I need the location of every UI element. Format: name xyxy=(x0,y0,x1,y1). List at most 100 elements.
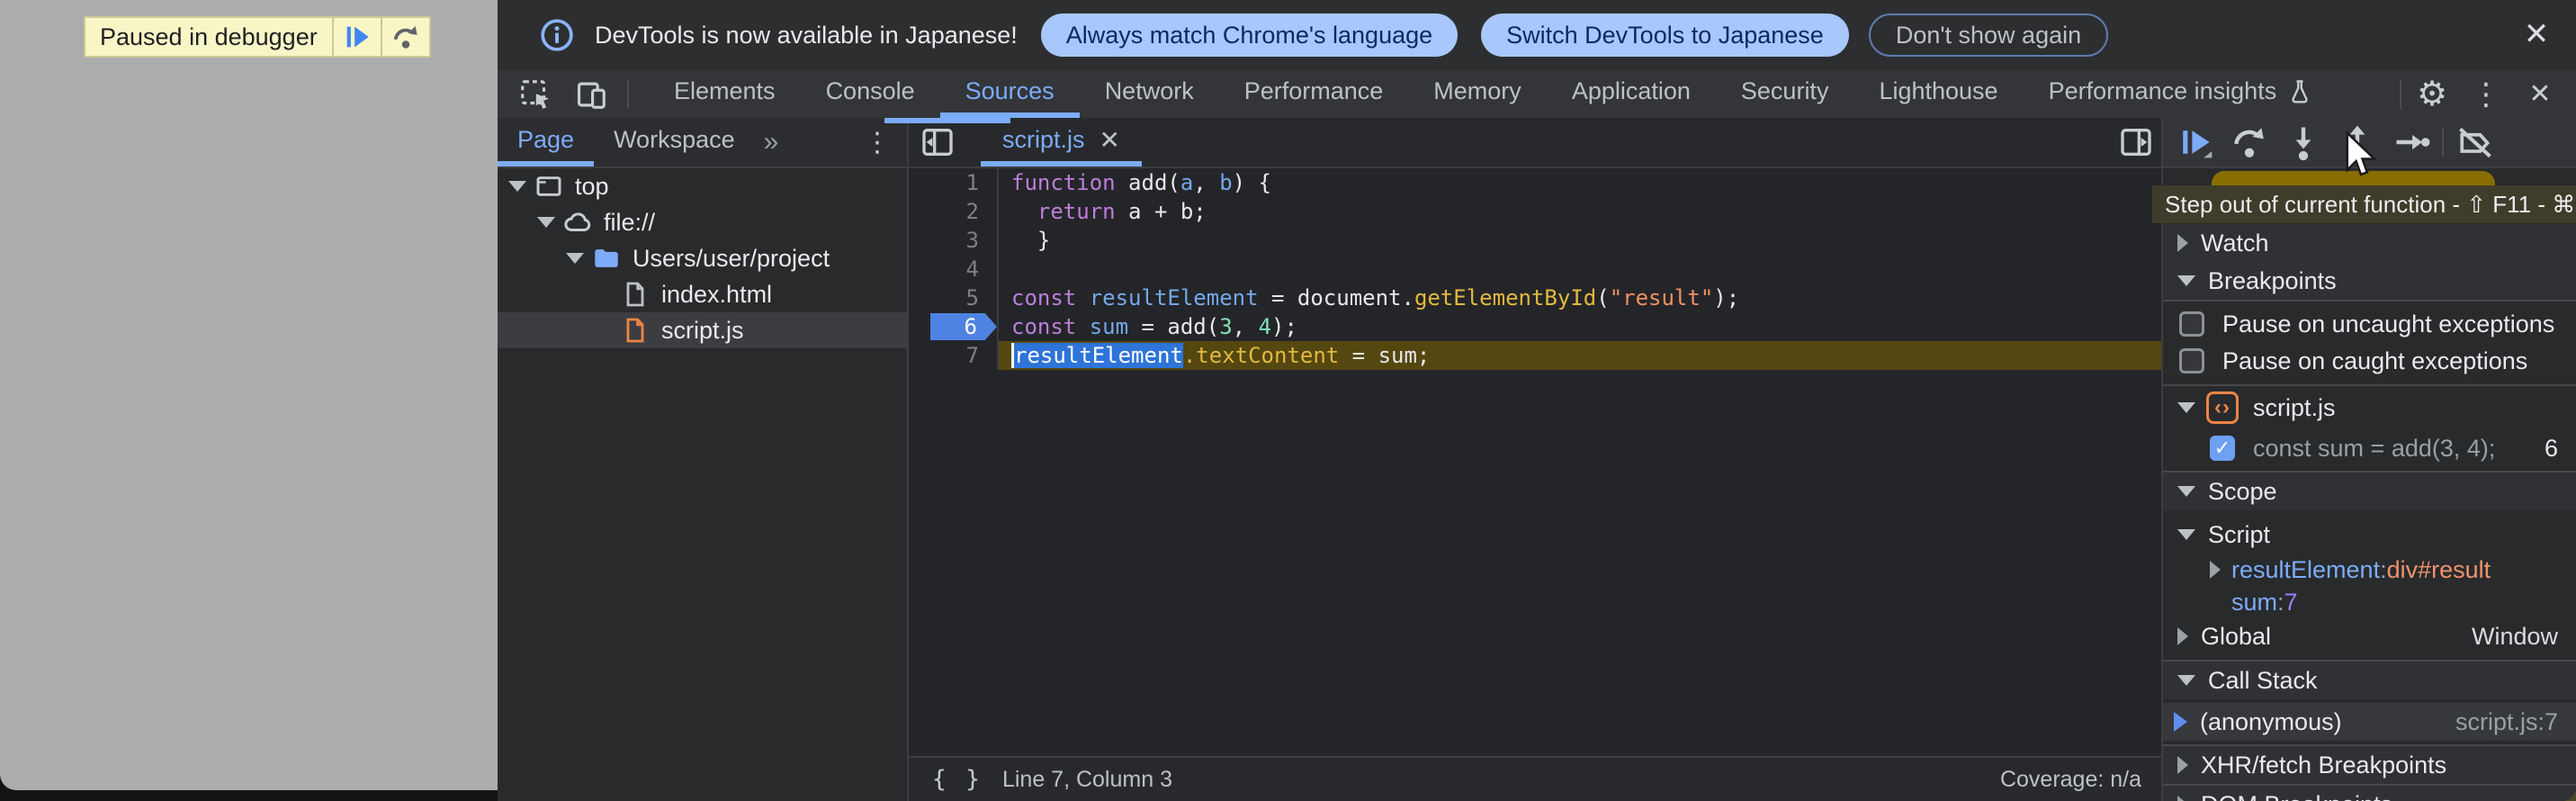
step-over-icon[interactable] xyxy=(2226,121,2273,164)
code-token: = sum; xyxy=(1339,343,1430,368)
tabbar-right-divider xyxy=(2400,80,2401,109)
tab-workspace[interactable]: Workspace xyxy=(594,118,755,166)
section-watch[interactable]: Watch xyxy=(2163,224,2576,262)
scope-var-sep: : xyxy=(2380,556,2387,584)
always-match-language-button[interactable]: Always match Chrome's language xyxy=(1041,14,1458,57)
tree-item-index-html[interactable]: index.html xyxy=(498,276,907,312)
scope-resultelement-row[interactable]: resultElement: div#result xyxy=(2163,554,2576,586)
expand-arrow-icon xyxy=(2210,561,2221,579)
section-scope[interactable]: Scope xyxy=(2163,472,2576,510)
pause-uncaught-checkbox[interactable] xyxy=(2179,311,2204,337)
code-line-6[interactable]: 6const sum = add(3, 4); xyxy=(909,312,2161,341)
breakpoint-line-number: 6 xyxy=(2545,435,2576,463)
code-line-2[interactable]: 2 return a + b; xyxy=(909,197,2161,226)
breakpoint-group-row[interactable]: ‹› script.js xyxy=(2163,386,2576,429)
more-tabs-chevrons-icon[interactable]: » xyxy=(755,118,788,166)
scope-script-row[interactable]: Script xyxy=(2163,516,2576,554)
inspect-element-icon[interactable] xyxy=(516,75,555,114)
code-line-5[interactable]: 5const resultElement = document.getEleme… xyxy=(909,284,2161,312)
tree-item-script-js[interactable]: script.js xyxy=(498,312,907,348)
pause-uncaught-row[interactable]: Pause on uncaught exceptions xyxy=(2163,305,2576,343)
settings-gear-icon[interactable]: ⚙ xyxy=(2409,75,2455,114)
more-options-kebab-icon[interactable]: ⋮ xyxy=(2463,75,2509,114)
hide-debugger-sidebar-icon[interactable] xyxy=(2116,122,2156,162)
mouse-cursor xyxy=(2343,131,2377,180)
code-line-1[interactable]: 1function add(a, b) { xyxy=(909,168,2161,197)
code-editor[interactable]: 1function add(a, b) {2 return a + b;3 }4… xyxy=(909,168,2161,370)
gutter-line-number[interactable]: 5 xyxy=(909,284,999,312)
tab-application[interactable]: Application xyxy=(1547,70,1716,118)
editor-tab-close-icon[interactable]: ✕ xyxy=(1100,125,1120,155)
call-stack-frame-row[interactable]: (anonymous) script.js:7 xyxy=(2163,703,2576,741)
step-into-icon[interactable] xyxy=(2280,121,2327,164)
code-line-7[interactable]: 7resultElement.textContent = sum; xyxy=(909,341,2161,370)
info-icon xyxy=(539,17,575,53)
tab-page[interactable]: Page xyxy=(498,118,594,166)
gutter-line-number[interactable]: 6 xyxy=(909,312,999,341)
notification-close-icon[interactable]: ✕ xyxy=(2515,13,2558,56)
tab-security[interactable]: Security xyxy=(1716,70,1854,118)
code-token: sum xyxy=(1076,314,1128,339)
tab-network[interactable]: Network xyxy=(1080,70,1219,118)
expand-arrow-icon[interactable] xyxy=(537,217,555,228)
tab-elements[interactable]: Elements xyxy=(649,70,801,118)
section-call-stack[interactable]: Call Stack xyxy=(2163,662,2576,699)
flask-icon xyxy=(2287,79,2312,104)
dont-show-again-button[interactable]: Don't show again xyxy=(1869,14,2108,57)
pause-caught-row[interactable]: Pause on caught exceptions xyxy=(2163,343,2576,379)
code-token xyxy=(1011,199,1037,224)
code-line-content: function add(a, b) { xyxy=(999,168,2161,197)
tab-sources[interactable]: Sources xyxy=(940,70,1080,118)
tab-performance[interactable]: Performance xyxy=(1219,70,1409,118)
code-token: getElementById xyxy=(1414,285,1596,310)
section-dom-breakpoints[interactable]: DOM Breakpoints xyxy=(2163,786,2576,801)
navigator-header: Page Workspace » ⋮ xyxy=(498,118,907,168)
editor-tab-scriptjs[interactable]: script.js ✕ xyxy=(981,118,1142,166)
pause-caught-checkbox[interactable] xyxy=(2179,348,2204,374)
tab-memory[interactable]: Memory xyxy=(1408,70,1547,118)
scope-var-sep: : xyxy=(2277,589,2284,616)
code-token: add( xyxy=(1116,170,1180,195)
devtools-close-icon[interactable]: ✕ xyxy=(2517,75,2563,114)
step-over-banner-button[interactable] xyxy=(381,18,429,56)
scope-global-row[interactable]: Global Window xyxy=(2163,618,2576,654)
code-token: ( xyxy=(1596,285,1609,310)
pretty-print-icon[interactable]: { } xyxy=(932,766,983,793)
breakpoint-entry-row[interactable]: ✓ const sum = add(3, 4); 6 xyxy=(2163,429,2576,467)
tab-console[interactable]: Console xyxy=(801,70,940,118)
tab-lighthouse[interactable]: Lighthouse xyxy=(1853,70,2023,118)
section-breakpoints[interactable]: Breakpoints xyxy=(2163,262,2576,300)
breakpoint-checkbox[interactable]: ✓ xyxy=(2210,436,2235,461)
code-token: = add( xyxy=(1128,314,1219,339)
gutter-line-number[interactable]: 3 xyxy=(909,226,999,255)
pause-caught-label: Pause on caught exceptions xyxy=(2222,347,2527,375)
scope-script-label: Script xyxy=(2208,521,2270,549)
expand-arrow-icon[interactable] xyxy=(566,253,584,264)
tree-item-users-user-project[interactable]: Users/user/project xyxy=(498,240,907,276)
hide-navigator-icon[interactable] xyxy=(918,122,957,162)
gutter-line-number[interactable]: 2 xyxy=(909,197,999,226)
code-line-4[interactable]: 4 xyxy=(909,255,2161,284)
code-line-3[interactable]: 3 } xyxy=(909,226,2161,255)
device-toolbar-icon[interactable] xyxy=(571,75,611,114)
resume-script-button[interactable] xyxy=(332,18,381,56)
switch-to-japanese-button[interactable]: Switch DevTools to Japanese xyxy=(1481,14,1849,57)
tree-item-top[interactable]: top xyxy=(498,168,907,204)
section-xhr-breakpoints[interactable]: XHR/fetch Breakpoints xyxy=(2163,746,2576,784)
tab-accent-bar xyxy=(884,118,1010,123)
resume-script-icon[interactable] xyxy=(2172,121,2219,164)
code-token: b xyxy=(1219,170,1232,195)
gutter-line-number[interactable]: 7 xyxy=(909,341,999,370)
deactivate-breakpoints-icon[interactable] xyxy=(2451,121,2498,164)
tab-performance-insights[interactable]: Performance insights xyxy=(2024,70,2338,118)
gutter-line-number[interactable]: 4 xyxy=(909,255,999,284)
tree-item-file-[interactable]: file:// xyxy=(498,204,907,240)
navigator-kebab-icon[interactable]: ⋮ xyxy=(848,118,907,166)
frame-icon xyxy=(534,171,564,202)
code-token: const xyxy=(1011,285,1076,310)
gutter-line-number[interactable]: 1 xyxy=(909,168,999,197)
breakpoint-badge[interactable]: 6 xyxy=(930,313,997,340)
step-icon[interactable] xyxy=(2388,121,2435,164)
expand-arrow-icon[interactable] xyxy=(508,181,526,192)
scope-sum-row[interactable]: sum: 7 xyxy=(2163,586,2576,618)
